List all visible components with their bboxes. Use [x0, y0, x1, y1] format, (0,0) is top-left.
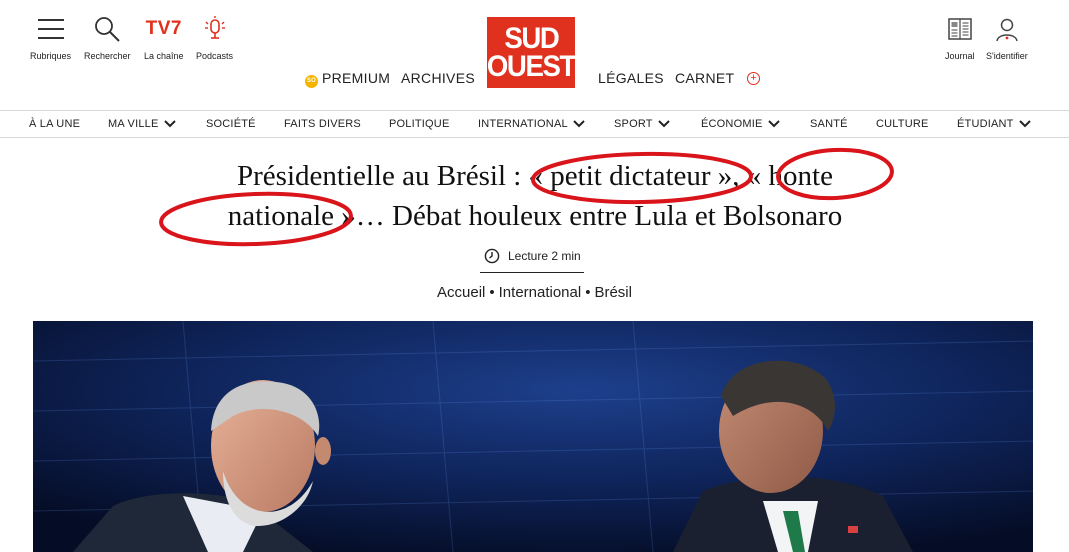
divider [480, 272, 584, 273]
nav-label: SPORT [614, 118, 653, 130]
menu-icon [37, 14, 64, 44]
nav-label: INTERNATIONAL [478, 118, 568, 130]
nav-label: MA VILLE [108, 118, 159, 130]
premium-label: PREMIUM [322, 70, 391, 86]
tv7-label: La chaîne [144, 51, 184, 61]
tv7-logo: TV7 [145, 18, 182, 39]
breadcrumb-bresil[interactable]: Brésil [594, 284, 632, 301]
search-icon [94, 14, 120, 44]
premium-badge-icon: SO [305, 75, 318, 88]
nav-item-sport[interactable]: SPORT [614, 111, 670, 137]
breadcrumb-home[interactable]: Accueil [437, 284, 485, 301]
logo-line2: OUEST [486, 49, 577, 83]
reading-time-label: Lecture 2 min [508, 249, 581, 263]
breadcrumb-separator: • [585, 284, 591, 301]
nav-item-a-la-une[interactable]: À LA UNE [29, 111, 80, 137]
sud-ouest-logo[interactable]: SUD OUEST [486, 17, 577, 88]
nav-label: ÉTUDIANT [957, 118, 1014, 130]
login-button[interactable]: S'identifier [986, 14, 1028, 61]
chevron-down-icon [573, 112, 585, 138]
nav-item-economie[interactable]: ÉCONOMIE [701, 111, 780, 137]
search-label: Rechercher [84, 51, 131, 61]
premium-link[interactable]: SO PREMIUM [305, 70, 390, 88]
article-title: Présidentielle au Brésil : « petit dicta… [120, 156, 950, 236]
newspaper-icon [947, 14, 973, 44]
tv7-button[interactable]: TV7 La chaîne [144, 14, 184, 61]
breadcrumb-separator: • [489, 284, 495, 301]
article-hero-image[interactable] [33, 321, 1033, 552]
login-label: S'identifier [986, 51, 1028, 61]
chevron-down-icon [767, 112, 780, 138]
main-nav: À LA UNE MA VILLE SOCIÉTÉ FAITS DIVERS P… [0, 110, 1069, 138]
nav-label: SOCIÉTÉ [206, 118, 256, 130]
nav-item-ma-ville[interactable]: MA VILLE [108, 111, 176, 137]
legales-link[interactable]: LÉGALES [598, 70, 664, 86]
chevron-down-icon [657, 112, 670, 138]
rubriques-button[interactable]: Rubriques [30, 14, 71, 61]
podcasts-button[interactable]: Podcasts [196, 14, 233, 61]
nav-label: CULTURE [876, 118, 929, 130]
nav-label: ÉCONOMIE [701, 118, 763, 130]
nav-item-faits-divers[interactable]: FAITS DIVERS [284, 111, 361, 137]
nav-label: À LA UNE [29, 118, 81, 130]
nav-item-international[interactable]: INTERNATIONAL [478, 111, 585, 137]
archives-link[interactable]: ARCHIVES [401, 70, 475, 86]
clock-icon [484, 248, 500, 264]
nav-label: POLITIQUE [389, 118, 450, 130]
rubriques-label: Rubriques [30, 51, 72, 61]
journal-label: Journal [945, 51, 975, 61]
nav-item-culture[interactable]: CULTURE [876, 111, 929, 137]
search-button[interactable]: Rechercher [84, 14, 131, 61]
journal-button[interactable]: Journal [945, 14, 975, 61]
breadcrumb: Accueil • International • Brésil [0, 284, 1069, 301]
nav-item-etudiant[interactable]: ÉTUDIANT [957, 111, 1031, 137]
article-title-line1: Présidentielle au Brésil : « petit dicta… [237, 160, 833, 192]
article-title-line2: nationale »… Débat houleux entre Lula et… [227, 200, 843, 232]
logo-line1: SUD [503, 21, 560, 55]
podcasts-label: Podcasts [196, 51, 234, 61]
reading-time: Lecture 2 min [484, 247, 581, 265]
nav-item-societe[interactable]: SOCIÉTÉ [206, 111, 256, 137]
more-links-icon[interactable]: + [747, 72, 760, 85]
nav-label: FAITS DIVERS [284, 118, 361, 130]
chevron-down-icon [1018, 112, 1031, 138]
nav-item-politique[interactable]: POLITIQUE [389, 111, 449, 137]
carnet-link[interactable]: CARNET [675, 70, 734, 86]
microphone-icon [202, 14, 228, 44]
nav-item-sante[interactable]: SANTÉ [810, 111, 848, 137]
nav-label: SANTÉ [810, 118, 848, 130]
user-icon [994, 14, 1020, 44]
breadcrumb-international[interactable]: International [499, 284, 582, 301]
chevron-down-icon [163, 112, 176, 138]
